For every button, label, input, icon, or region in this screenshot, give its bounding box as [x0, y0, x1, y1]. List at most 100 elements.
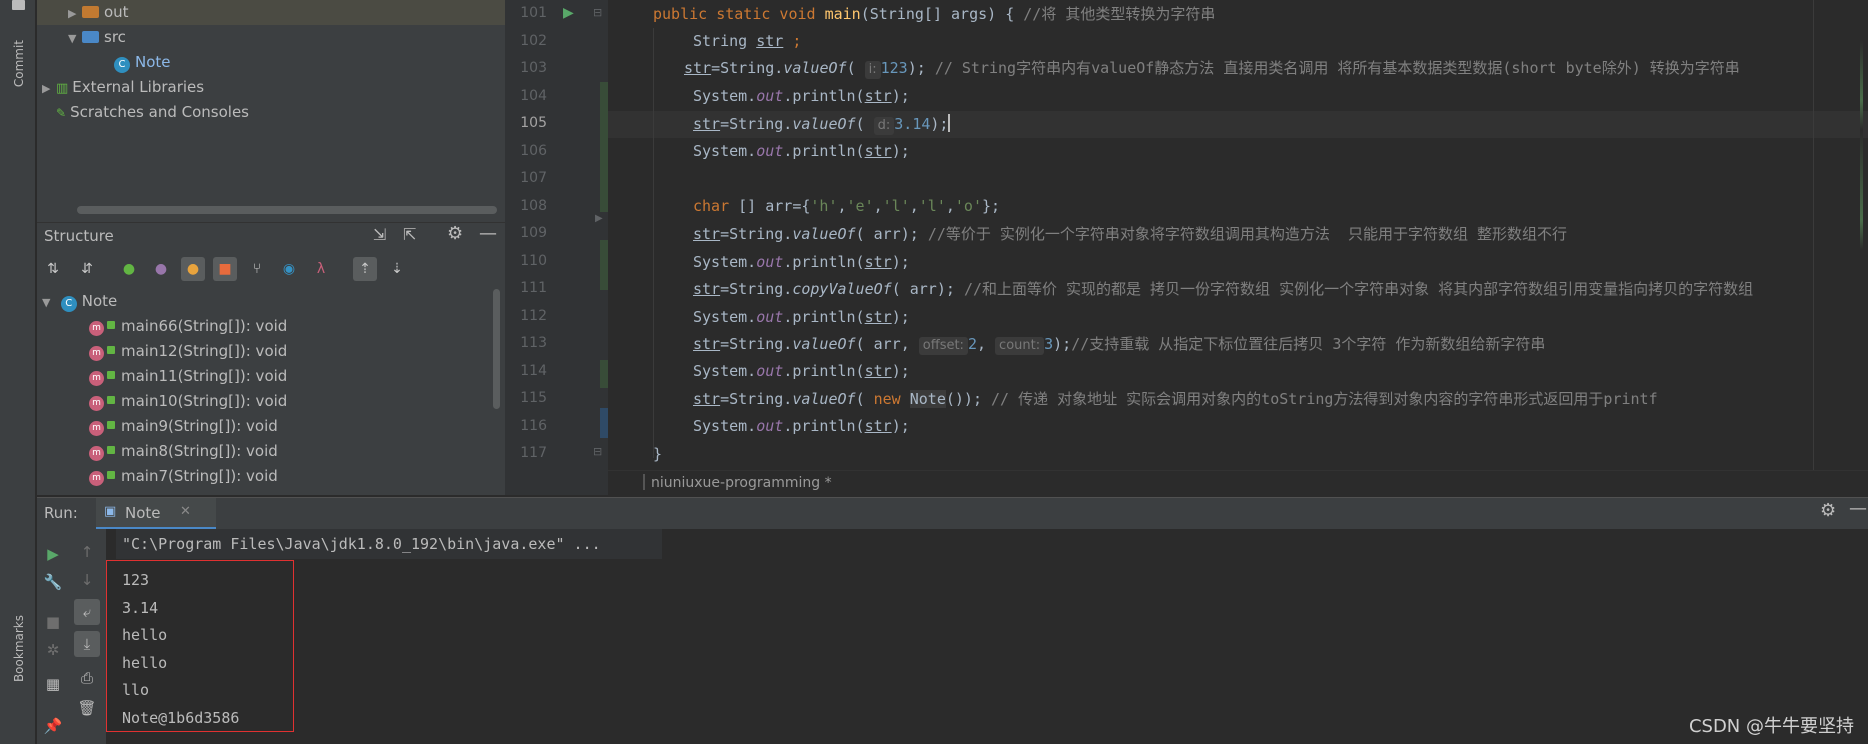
bookmarks-tab[interactable]: Bookmarks [12, 615, 26, 682]
autoscroll-from-source-icon[interactable]: ⇣ [385, 257, 409, 281]
left-tool-stripe: Commit Bookmarks [0, 0, 36, 744]
show-non-public-icon[interactable]: ■ [213, 257, 237, 281]
bookmark-gutter-icon: ▶ [595, 213, 603, 224]
minimize-icon[interactable]: — [479, 223, 497, 244]
expand-all-icon[interactable]: ⇲ [373, 225, 386, 244]
code-line-106: System.out.println(str); [693, 142, 910, 160]
down-arrow-icon[interactable]: ↓ [74, 567, 100, 593]
line-number: 113 [520, 335, 547, 351]
scratches-icon: ✎ [56, 106, 67, 120]
code-line-113: str=String.valueOf( arr, offset: 2, count… [693, 335, 1546, 355]
line-number: 106 [520, 142, 547, 159]
chevron-down-icon[interactable]: ▼ [68, 26, 82, 51]
chevron-right-icon[interactable]: ▶ [42, 76, 56, 101]
source-folder-icon [82, 31, 99, 43]
public-lock-icon [107, 346, 115, 354]
show-inherited-icon[interactable]: ● [117, 257, 141, 281]
structure-member[interactable]: m main9(String[]): void [89, 414, 278, 439]
structure-member[interactable]: m main66(String[]): void [89, 314, 287, 339]
line-number: 102 [520, 32, 547, 49]
method-icon: m [89, 321, 104, 336]
code-editor[interactable]: public static void main(String[] args) {… [608, 0, 1868, 495]
console-output[interactable]: "C:\Program Files\Java\jdk1.8.0_192\bin\… [106, 529, 1868, 744]
tab-note[interactable]: ▣ Note ✕ [96, 498, 216, 530]
libraries-icon: ▥ [56, 81, 69, 96]
method-icon: m [89, 446, 104, 461]
public-lock-icon [107, 446, 115, 454]
project-icon[interactable] [12, 0, 25, 10]
highlight-box [106, 560, 294, 732]
method-icon: m [89, 471, 104, 486]
public-lock-icon [107, 396, 115, 404]
tree-item-scratches[interactable]: ✎ Scratches and Consoles [37, 100, 249, 125]
public-lock-icon [107, 371, 115, 379]
minimize-icon[interactable]: — [1849, 498, 1867, 519]
structure-member[interactable]: m main11(String[]): void [89, 364, 287, 389]
rerun-icon[interactable]: ▶ [40, 541, 66, 567]
stop-icon[interactable]: ■ [40, 609, 66, 635]
tree-item-external-libraries[interactable]: ▶ ▥ External Libraries [37, 75, 204, 100]
run-config-icon: ▣ [104, 504, 117, 519]
method-icon: m [89, 371, 104, 386]
line-number: 117 [520, 445, 547, 461]
tree-item-src[interactable]: ▼ src [37, 25, 126, 50]
gear-icon[interactable]: ⚙ [1820, 500, 1836, 521]
structure-toolbar: ⇅ ⇵ ● ● ● ■ ⑂ ◉ λ ⇡ ⇣ [37, 253, 505, 287]
chevron-right-icon[interactable]: ▶ [68, 1, 82, 26]
up-arrow-icon[interactable]: ↑ [74, 539, 100, 565]
run-toolbar-secondary: ↑ ↓ ⤶ ⤓ ⎙ 🗑 [70, 529, 106, 744]
line-number: 104 [520, 87, 547, 104]
fold-icon[interactable]: ⊟ [593, 445, 602, 458]
code-line-108: char [] arr={'h','e','l','l','o'}; [693, 197, 1001, 215]
soft-wrap-icon[interactable]: ⤶ [74, 599, 100, 625]
lambda-icon[interactable]: λ [309, 257, 333, 281]
structure-root-note[interactable]: ▼ C Note [42, 289, 117, 314]
show-fields-icon[interactable]: ● [181, 257, 205, 281]
method-icon: m [89, 346, 104, 361]
commit-tab[interactable]: Commit [12, 40, 26, 87]
fold-icon[interactable]: ⊟ [593, 6, 602, 19]
parameter-hint: i: [864, 61, 881, 79]
code-line-115: str=String.valueOf( new Note()); // 传递 对… [693, 390, 1658, 408]
chevron-down-icon[interactable]: ▼ [42, 290, 56, 315]
code-line-117: } [653, 445, 663, 463]
command-line: "C:\Program Files\Java\jdk1.8.0_192\bin\… [122, 535, 601, 553]
collapse-all-icon[interactable]: ⇱ [403, 225, 416, 244]
code-line-110: System.out.println(str); [693, 253, 910, 271]
line-number: 110 [520, 252, 547, 269]
show-properties-icon[interactable]: ● [149, 257, 173, 281]
line-number: 107 [520, 170, 547, 186]
structure-member[interactable]: m main12(String[]): void [89, 339, 287, 364]
structure-member[interactable]: m main7(String[]): void [89, 464, 278, 489]
close-icon[interactable]: ✕ [180, 504, 191, 519]
sort-by-visibility-icon[interactable]: ⇅ [41, 257, 65, 281]
pin-icon[interactable]: 📌 [40, 713, 66, 739]
horizontal-scrollbar[interactable] [77, 206, 497, 214]
scroll-to-end-icon[interactable]: ⤓ [74, 631, 100, 657]
run-gutter-icon[interactable]: ▶ [563, 5, 574, 21]
gear-icon[interactable]: ⚙ [447, 223, 463, 244]
autoscroll-to-source-icon[interactable]: ⇡ [353, 257, 377, 281]
trash-icon[interactable]: 🗑 [74, 695, 100, 721]
vertical-scrollbar[interactable] [493, 289, 500, 409]
tree-item-out[interactable]: ▶ out [37, 0, 505, 25]
wrench-icon[interactable]: 🔧 [40, 569, 66, 595]
breadcrumb-divider [643, 474, 645, 490]
structure-member[interactable]: m main10(String[]): void [89, 389, 287, 414]
show-lambdas-branch-icon[interactable]: ⑂ [245, 257, 269, 281]
code-line-116: System.out.println(str); [693, 417, 910, 435]
error-stripe [1860, 40, 1863, 340]
structure-member[interactable]: m main8(String[]): void [89, 439, 278, 464]
text-cursor [948, 114, 951, 132]
tree-item-note[interactable]: C Note [37, 50, 171, 75]
public-lock-icon [107, 321, 115, 329]
print-icon[interactable]: ⎙ [74, 665, 100, 691]
line-number: 112 [520, 307, 547, 324]
sort-alphabetically-icon[interactable]: ⇵ [75, 257, 99, 281]
debug-icon[interactable]: ✲ [40, 637, 66, 663]
code-line-111: str=String.copyValueOf( arr); //和上面等价 实现… [693, 280, 1754, 298]
breadcrumb[interactable]: niuniuxue-programming * [608, 470, 1868, 495]
code-line-112: System.out.println(str); [693, 308, 910, 326]
show-anonymous-icon[interactable]: ◉ [277, 257, 301, 281]
layout-icon[interactable]: ▦ [40, 671, 66, 697]
